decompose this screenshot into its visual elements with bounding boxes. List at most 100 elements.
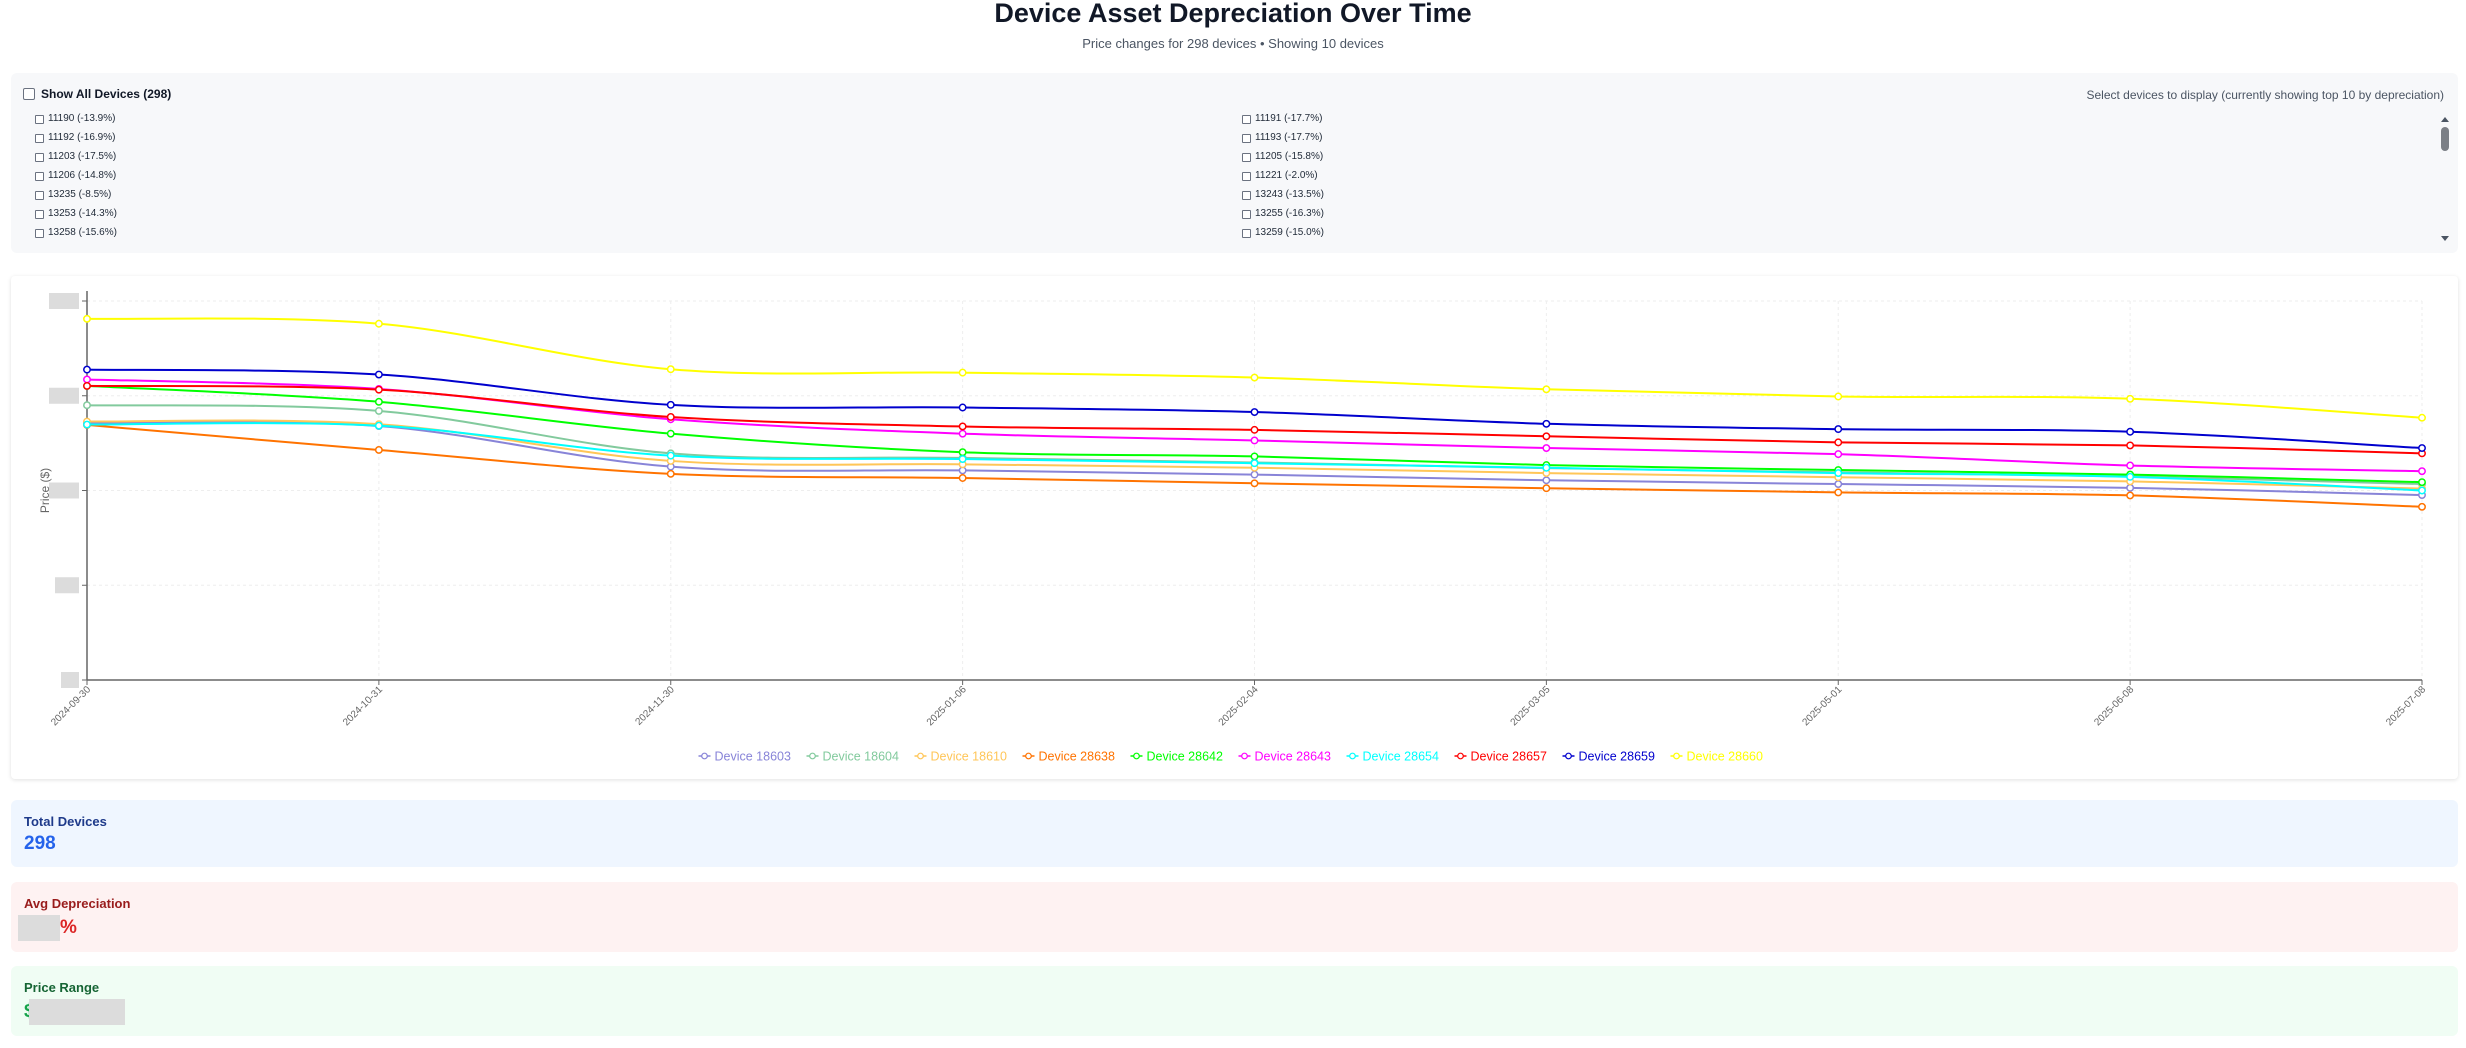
page-subtitle: Price changes for 298 devices • Showing …	[1082, 36, 1384, 51]
data-point	[666, 469, 675, 478]
device-checkbox-label: 13255 (-16.3%)	[1255, 208, 1324, 219]
device-checkbox-label: 11221 (-2.0%)	[1255, 170, 1318, 181]
data-point	[1250, 425, 1259, 434]
legend-label: Device 28654	[1363, 750, 1439, 764]
device-checkbox[interactable]	[1242, 114, 1251, 124]
device-checkbox-item[interactable]: 13235 (-8.5%)	[35, 189, 111, 201]
data-point	[958, 448, 967, 457]
legend-marker	[809, 752, 816, 760]
device-checkbox[interactable]	[1242, 171, 1251, 181]
x-tick-label: 2025-03-05	[1509, 684, 1553, 728]
device-checkbox-list[interactable]: 11190 (-13.9%) 11191 (-17.7%) 11192 (-16.9…	[23, 113, 2423, 245]
redacted-y-tick-label	[55, 577, 79, 594]
device-checkbox[interactable]	[35, 171, 44, 181]
data-point	[2418, 478, 2426, 487]
scroll-down-arrow-icon[interactable]	[2441, 236, 2449, 241]
data-point	[83, 375, 91, 384]
legend-marker	[1025, 752, 1032, 760]
avg-depreciation-value: %	[18, 915, 77, 941]
device-checkbox[interactable]	[35, 209, 44, 219]
x-tick-label: 2024-10-31	[341, 684, 385, 728]
data-point	[83, 314, 91, 323]
data-point	[83, 420, 91, 429]
legend-label: Device 18610	[931, 750, 1007, 764]
redacted-block	[28, 999, 125, 1025]
data-point	[1834, 438, 1843, 447]
data-point	[958, 403, 967, 412]
data-point	[1250, 452, 1259, 461]
device-checkbox-item[interactable]: 13259 (-15.0%)	[1242, 227, 1324, 239]
device-checkbox-item[interactable]: 13255 (-16.3%)	[1242, 208, 1324, 220]
data-point	[1542, 444, 1551, 453]
legend-marker	[1241, 752, 1248, 760]
data-point	[2126, 483, 2135, 492]
legend-label: Device 18603	[715, 750, 791, 764]
data-point	[1542, 419, 1551, 428]
device-checkbox-item[interactable]: 11190 (-13.9%)	[35, 113, 115, 125]
data-point	[666, 413, 675, 421]
show-all-devices-toggle[interactable]: Show All Devices (298)	[23, 87, 171, 101]
device-checkbox-item[interactable]: 13258 (-15.6%)	[35, 227, 117, 239]
x-tick-label: 2025-05-01	[1800, 684, 1844, 728]
data-point	[958, 455, 967, 463]
data-point	[1542, 484, 1551, 493]
scrollbar-thumb[interactable]	[2441, 127, 2449, 151]
device-checkbox-item[interactable]: 11193 (-17.7%)	[1242, 132, 1322, 144]
device-checkbox-label: 11190 (-13.9%)	[48, 113, 116, 124]
legend-marker	[1565, 752, 1572, 760]
legend-marker	[1673, 752, 1680, 760]
device-checkbox[interactable]	[35, 114, 44, 124]
price-range-value: $	[24, 999, 125, 1025]
data-point	[1250, 436, 1259, 445]
redacted-y-tick-label	[49, 387, 79, 404]
x-tick-label: 2024-09-30	[49, 684, 93, 728]
data-point	[1834, 488, 1843, 497]
data-point	[2418, 413, 2426, 422]
data-point	[2418, 444, 2426, 453]
device-checkbox-label: 11191 (-17.7%)	[1255, 113, 1323, 124]
show-all-label: Show All Devices (298)	[41, 87, 172, 101]
dashboard-page: Device Asset Depreciation Over Time Pric…	[0, 0, 2466, 1048]
x-tick-label: 2025-01-06	[925, 684, 969, 728]
device-checkbox[interactable]	[1242, 209, 1251, 219]
device-checkbox[interactable]	[1242, 190, 1251, 200]
x-tick-label: 2025-02-04	[1217, 684, 1261, 728]
device-checkbox[interactable]	[35, 228, 44, 238]
device-checkbox[interactable]	[35, 190, 44, 200]
device-list-scrollbar[interactable]	[2440, 117, 2450, 241]
data-point	[1542, 432, 1551, 441]
redacted-block	[18, 915, 60, 941]
device-checkbox[interactable]	[1242, 133, 1251, 143]
legend-marker	[1349, 752, 1356, 760]
x-tick-label: 2025-07-08	[2384, 684, 2428, 728]
device-checkbox-item[interactable]: 11205 (-15.8%)	[1242, 151, 1323, 163]
redacted-y-tick-label	[49, 293, 79, 309]
device-checkbox-label: 13258 (-15.6%)	[48, 227, 117, 238]
device-checkbox-item[interactable]: 11206 (-14.8%)	[35, 170, 116, 182]
device-checkbox[interactable]	[35, 152, 44, 162]
device-checkbox-item[interactable]: 11203 (-17.5%)	[35, 151, 116, 163]
device-checkbox-item[interactable]: 11221 (-2.0%)	[1242, 170, 1318, 182]
device-checkbox[interactable]	[1242, 228, 1251, 238]
device-checkbox-item[interactable]: 11192 (-16.9%)	[35, 132, 115, 144]
show-all-checkbox[interactable]	[23, 88, 35, 100]
scroll-up-arrow-icon[interactable]	[2441, 117, 2449, 122]
device-checkbox[interactable]	[1242, 152, 1251, 162]
x-tick-label: 2025-06-08	[2092, 684, 2136, 728]
data-point	[1834, 480, 1843, 489]
data-point	[1834, 392, 1843, 401]
device-checkbox[interactable]	[35, 133, 44, 143]
device-checkbox-item[interactable]: 13243 (-13.5%)	[1242, 189, 1324, 201]
data-point	[2418, 486, 2426, 495]
data-point	[1542, 385, 1551, 394]
data-point	[1250, 459, 1259, 468]
data-point	[958, 474, 967, 482]
legend-marker	[917, 752, 924, 760]
data-point	[958, 368, 967, 377]
total-devices-value: 298	[24, 833, 56, 854]
device-checkbox-item[interactable]: 13253 (-14.3%)	[35, 208, 117, 220]
y-axis-label: Price ($)	[38, 468, 52, 513]
data-point	[374, 445, 383, 454]
device-checkbox-item[interactable]: 11191 (-17.7%)	[1242, 113, 1322, 125]
data-point	[1542, 476, 1551, 485]
